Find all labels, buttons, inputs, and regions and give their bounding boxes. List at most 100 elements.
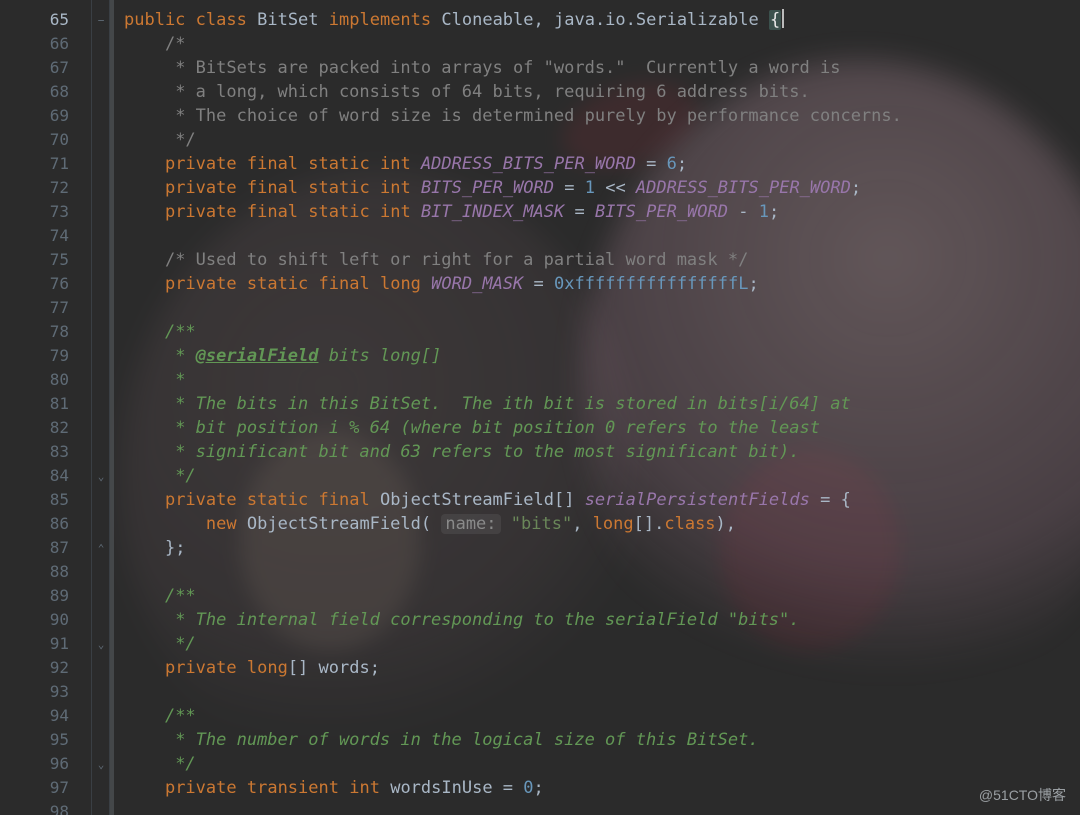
fold-marker <box>92 488 110 512</box>
fold-marker[interactable]: ⌃ <box>92 536 110 560</box>
fold-marker <box>92 200 110 224</box>
code-line[interactable] <box>124 800 1080 815</box>
fold-marker <box>92 368 110 392</box>
code-line[interactable] <box>124 296 1080 320</box>
fold-marker[interactable]: − <box>92 8 110 32</box>
code-line[interactable]: private final static int BITS_PER_WORD =… <box>124 176 1080 200</box>
fold-marker[interactable]: ⌄ <box>92 752 110 776</box>
fold-marker <box>92 584 110 608</box>
line-number[interactable]: 93 <box>0 680 91 704</box>
line-number[interactable]: 70 <box>0 128 91 152</box>
fold-marker <box>92 680 110 704</box>
text-caret <box>782 9 784 28</box>
code-line[interactable]: private static final long WORD_MASK = 0x… <box>124 272 1080 296</box>
line-number[interactable]: 72 <box>0 176 91 200</box>
line-number[interactable]: 98 <box>0 800 91 815</box>
code-line[interactable]: private transient int wordsInUse = 0; <box>124 776 1080 800</box>
line-number[interactable]: 77 <box>0 296 91 320</box>
fold-marker[interactable]: ⌄ <box>92 464 110 488</box>
code-line[interactable]: */ <box>124 632 1080 656</box>
line-number[interactable]: 74 <box>0 224 91 248</box>
code-line[interactable]: /** <box>124 704 1080 728</box>
code-line[interactable]: private long[] words; <box>124 656 1080 680</box>
line-number[interactable]: 95 <box>0 728 91 752</box>
line-number[interactable]: 68 <box>0 80 91 104</box>
fold-marker <box>92 152 110 176</box>
line-number[interactable]: 96 <box>0 752 91 776</box>
code-line[interactable]: * The number of words in the logical siz… <box>124 728 1080 752</box>
code-editor[interactable]: 6566676869707172737475767778798081828384… <box>0 0 1080 815</box>
code-line[interactable]: * significant bit and 63 refers to the m… <box>124 440 1080 464</box>
fold-marker <box>92 32 110 56</box>
fold-marker <box>92 512 110 536</box>
code-line[interactable]: * a long, which consists of 64 bits, req… <box>124 80 1080 104</box>
fold-marker <box>92 392 110 416</box>
fold-marker[interactable]: ⌄ <box>92 632 110 656</box>
code-line[interactable]: * The choice of word size is determined … <box>124 104 1080 128</box>
code-line[interactable]: * @serialField bits long[] <box>124 344 1080 368</box>
code-line[interactable]: private final static int ADDRESS_BITS_PE… <box>124 152 1080 176</box>
line-number[interactable]: 75 <box>0 248 91 272</box>
watermark: @51CTO博客 <box>979 785 1066 805</box>
line-number[interactable]: 92 <box>0 656 91 680</box>
line-number[interactable]: 71 <box>0 152 91 176</box>
code-line[interactable] <box>124 224 1080 248</box>
line-number[interactable]: 87 <box>0 536 91 560</box>
line-number[interactable]: 67 <box>0 56 91 80</box>
code-line[interactable]: private static final ObjectStreamField[]… <box>124 488 1080 512</box>
fold-marker <box>92 704 110 728</box>
line-number[interactable]: 78 <box>0 320 91 344</box>
code-line[interactable]: * bit position i % 64 (where bit positio… <box>124 416 1080 440</box>
code-line[interactable]: private final static int BIT_INDEX_MASK … <box>124 200 1080 224</box>
line-number[interactable]: 69 <box>0 104 91 128</box>
code-area[interactable]: public class BitSet implements Cloneable… <box>114 0 1080 815</box>
code-line[interactable]: /** <box>124 320 1080 344</box>
line-number[interactable]: 82 <box>0 416 91 440</box>
fold-marker <box>92 248 110 272</box>
line-number[interactable]: 85 <box>0 488 91 512</box>
line-number[interactable]: 91 <box>0 632 91 656</box>
code-line[interactable]: */ <box>124 464 1080 488</box>
code-line[interactable]: /** <box>124 584 1080 608</box>
code-line[interactable]: * The internal field corresponding to th… <box>124 608 1080 632</box>
line-number[interactable]: 94 <box>0 704 91 728</box>
code-line[interactable]: * BitSets are packed into arrays of "wor… <box>124 56 1080 80</box>
line-number[interactable]: 80 <box>0 368 91 392</box>
code-line[interactable]: new ObjectStreamField( name: "bits", lon… <box>124 512 1080 536</box>
line-number[interactable]: 97 <box>0 776 91 800</box>
fold-marker <box>92 56 110 80</box>
code-line[interactable]: public class BitSet implements Cloneable… <box>124 8 1080 32</box>
fold-marker <box>92 128 110 152</box>
line-number[interactable]: 88 <box>0 560 91 584</box>
line-number[interactable]: 73 <box>0 200 91 224</box>
fold-marker <box>92 80 110 104</box>
code-line[interactable]: * The bits in this BitSet. The ith bit i… <box>124 392 1080 416</box>
fold-marker <box>92 776 110 800</box>
fold-marker <box>92 320 110 344</box>
code-line[interactable]: /* Used to shift left or right for a par… <box>124 248 1080 272</box>
line-number[interactable]: 90 <box>0 608 91 632</box>
line-number[interactable]: 86 <box>0 512 91 536</box>
code-line[interactable]: }; <box>124 536 1080 560</box>
line-number[interactable]: 76 <box>0 272 91 296</box>
fold-column[interactable]: − ⌄ ⌃ ⌄ ⌄ <box>92 0 110 815</box>
code-line[interactable] <box>124 560 1080 584</box>
fold-marker <box>92 656 110 680</box>
code-line[interactable] <box>124 680 1080 704</box>
line-number[interactable]: 89 <box>0 584 91 608</box>
line-number[interactable]: 83 <box>0 440 91 464</box>
fold-marker <box>92 344 110 368</box>
code-line[interactable]: /* <box>124 32 1080 56</box>
line-number[interactable]: 79 <box>0 344 91 368</box>
line-number[interactable]: 84 <box>0 464 91 488</box>
line-number[interactable]: 81 <box>0 392 91 416</box>
code-line[interactable]: * <box>124 368 1080 392</box>
code-line[interactable]: */ <box>124 128 1080 152</box>
fold-marker <box>92 272 110 296</box>
fold-marker <box>92 800 110 815</box>
line-number[interactable]: 66 <box>0 32 91 56</box>
line-number[interactable]: 65 <box>0 8 91 32</box>
fold-marker <box>92 224 110 248</box>
line-number-gutter[interactable]: 6566676869707172737475767778798081828384… <box>0 0 92 815</box>
code-line[interactable]: */ <box>124 752 1080 776</box>
